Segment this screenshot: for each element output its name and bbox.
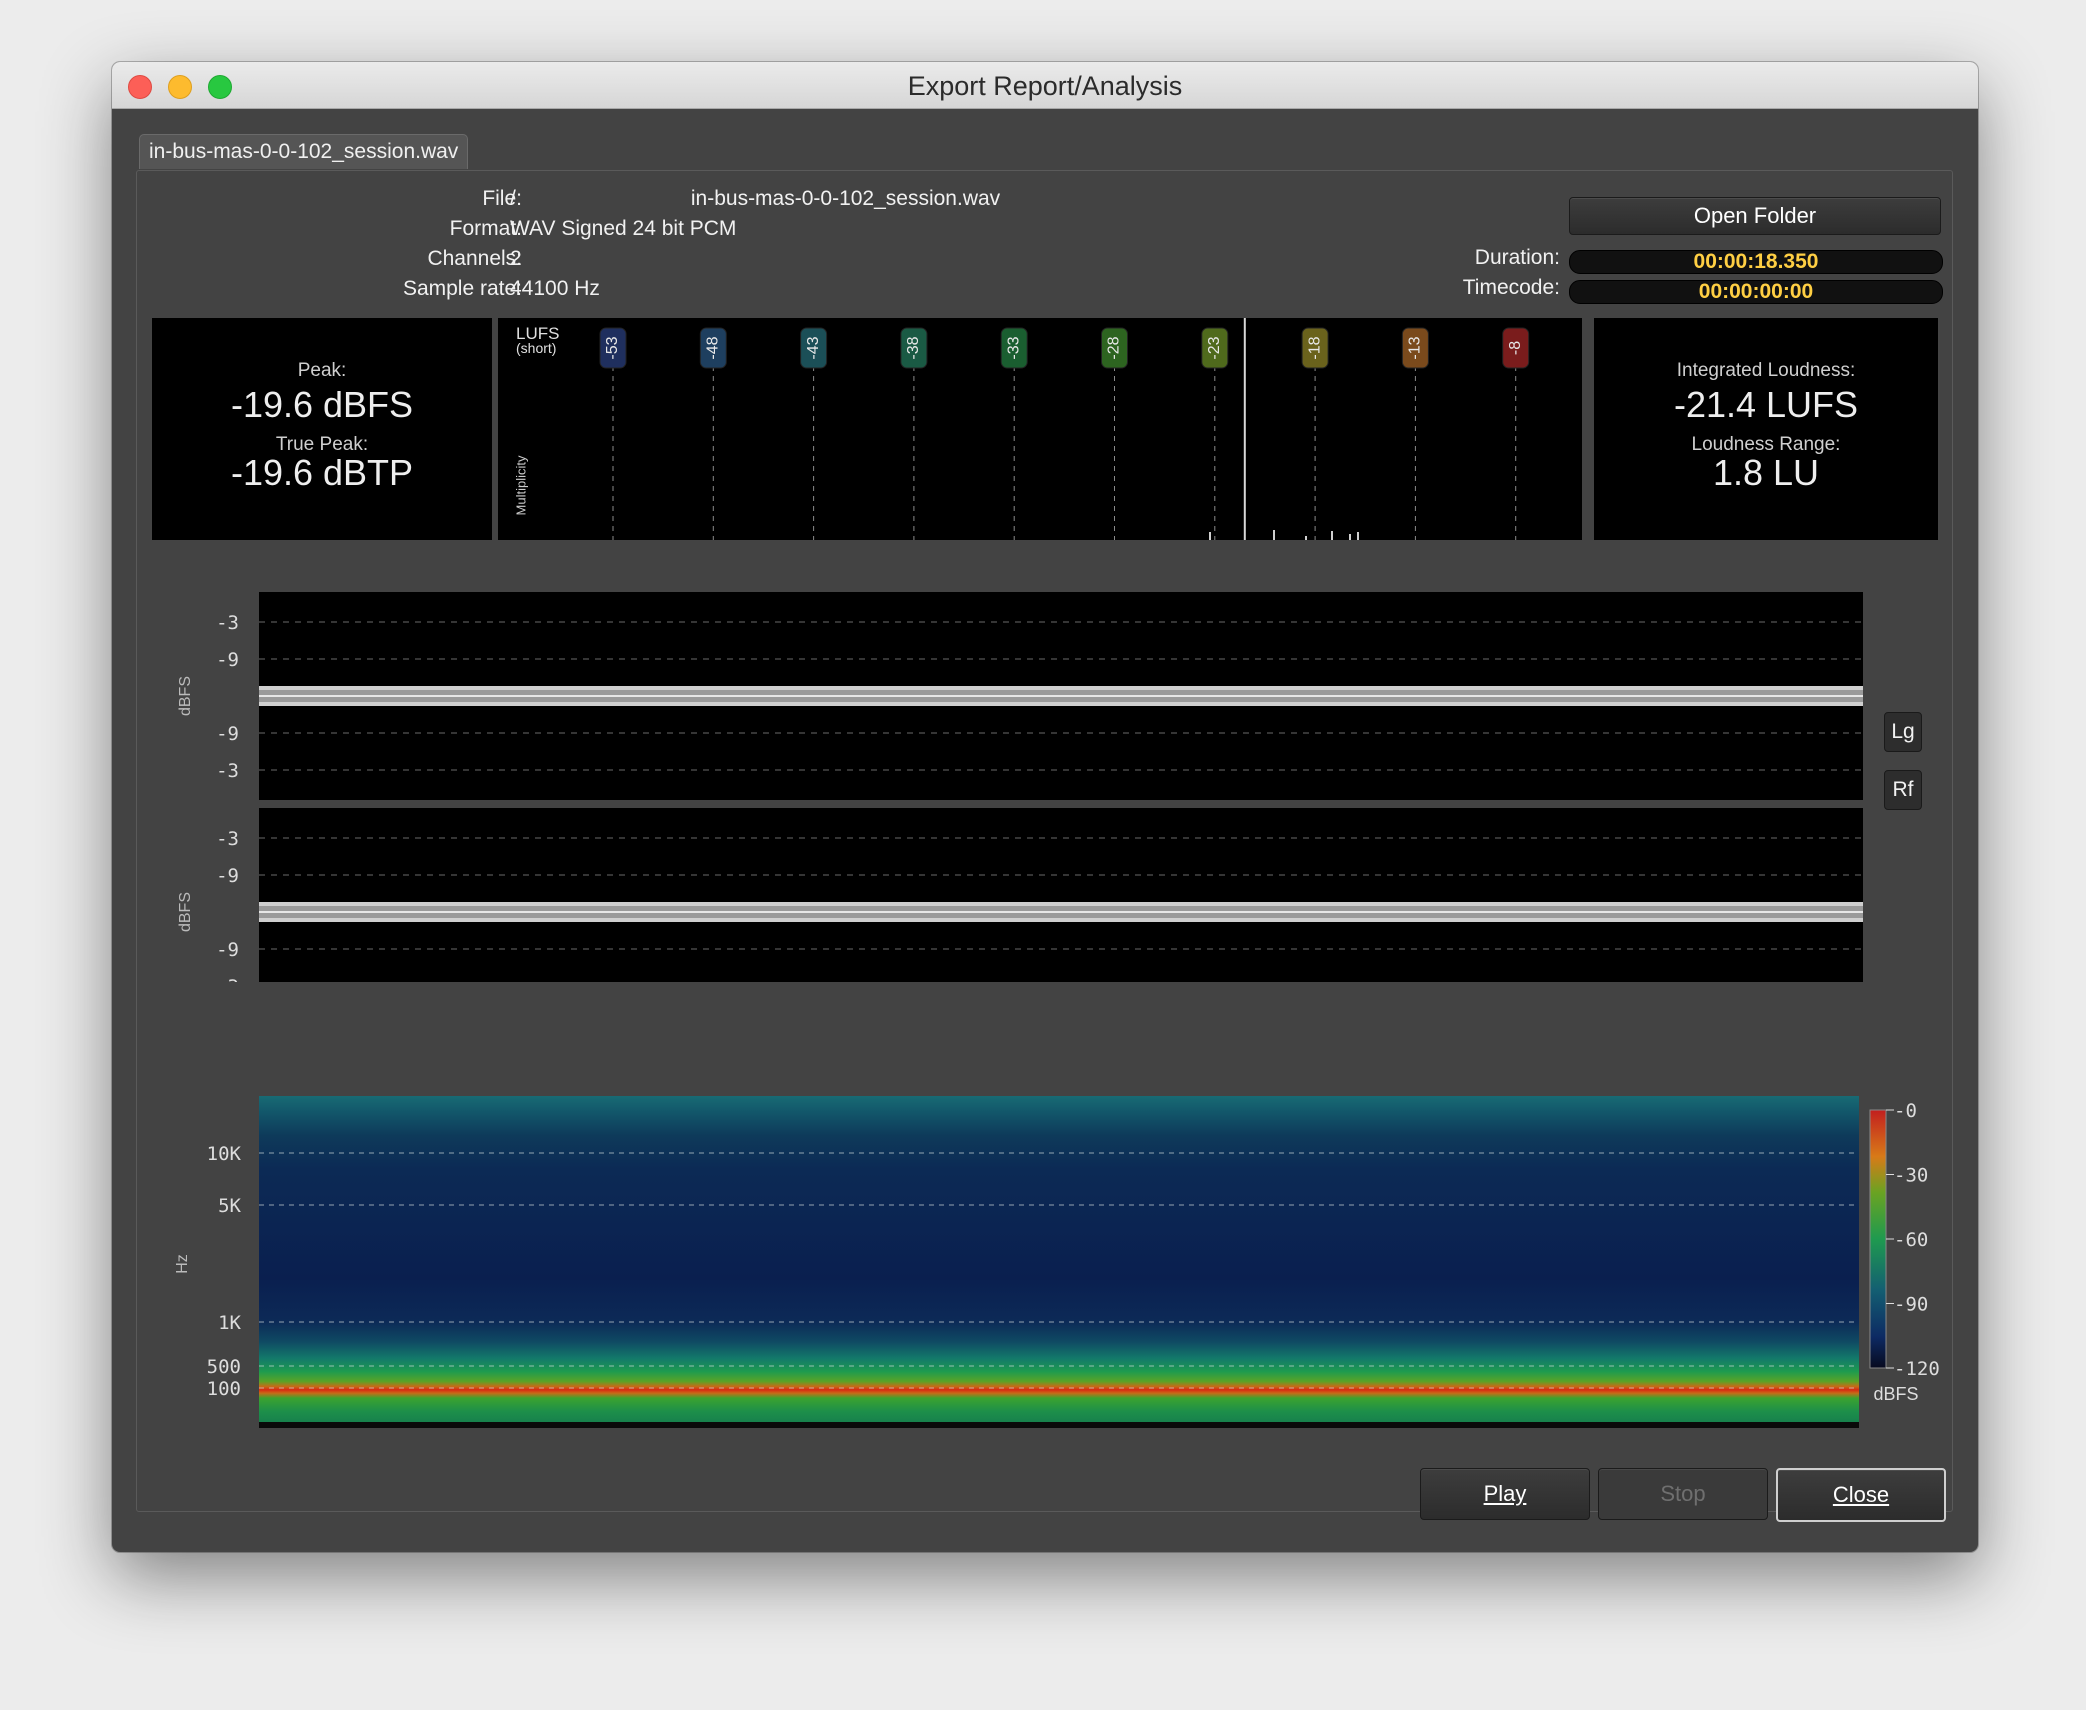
color-scale-bar [1869,1109,1887,1369]
file-value: / in-bus-mas-0-0-102_session.wav [510,187,1001,210]
peak-panel: Peak: -19.6 dBFS True Peak: -19.6 dBTP [152,318,492,540]
color-scale-label: -30 [1894,1165,1928,1187]
dbfs-tick-label: -3 [216,760,239,782]
duration-label: Duration: [1474,246,1560,269]
export-report-window: Export Report/Analysis in-bus-mas-0-0-10… [112,62,1978,1552]
channels-label: Channels: [427,247,522,270]
lufs-marker-label: -13 [1407,336,1424,359]
color-scale-label: -60 [1894,1229,1928,1251]
spectrogram-image [259,1096,1859,1428]
lufs-marker-label: -8 [1507,341,1524,355]
frequency-tick-label: 100 [207,1378,241,1400]
format-value: WAV Signed 24 bit PCM [510,217,737,240]
duration-value: 00:00:18.350 [1569,250,1943,274]
title-bar: Export Report/Analysis [112,62,1978,109]
open-folder-button[interactable]: Open Folder [1569,197,1941,235]
dbfs-tick-label: -9 [216,649,239,671]
channels-value: 2 [510,247,522,270]
close-button[interactable]: Close [1776,1468,1946,1522]
channel-1-waveform: -3 -9 -9 -3 dBFS [177,592,1863,800]
rectified-button[interactable]: Rf [1884,770,1922,810]
color-scale-label: -90 [1894,1294,1928,1316]
waveform-y-label: dBFS [177,676,194,716]
color-scale-unit: dBFS [1873,1384,1918,1404]
frequency-tick-label: 1K [218,1312,241,1334]
true-peak-value: -19.6 dBTP [230,452,414,493]
lufs-marker-label: -53 [604,336,621,359]
spectrogram-y-label: Hz [174,1254,191,1274]
histogram-plot: -53 -48 -43 -38 -33 -28 -23 -18 -13 -8 [599,318,1530,540]
dbfs-tick-label: -3 [216,828,239,850]
frequency-tick-label: 5K [218,1195,241,1217]
lufs-marker-label: -33 [1005,336,1022,359]
dbfs-tick-label: -9 [216,865,239,887]
waveform-y-label: dBFS [177,892,194,932]
lufs-marker-label: -28 [1106,336,1123,359]
lufs-marker-label: -18 [1306,336,1323,359]
waveform-background [259,808,1863,982]
timecode-label: Timecode: [1462,276,1560,299]
tab-session-file[interactable]: in-bus-mas-0-0-102_session.wav [139,134,469,169]
peak-value: -19.6 dBFS [230,384,414,425]
spectrogram-area: 10K 5K 1K 500100 Hz -0 -30 -60 -90 -120 dBFS [174,1096,1940,1428]
sample-rate-label: Sample rate: [402,277,522,300]
lufs-marker-label: -38 [905,336,922,359]
play-button[interactable]: Play [1420,1468,1590,1520]
lufs-marker-label: -48 [705,336,722,359]
integrated-loudness-label: Integrated Loudness: [1676,360,1856,381]
sample-rate-value: 44100 Hz [510,277,600,300]
integrated-loudness-value: -21.4 LUFS [1673,384,1859,425]
color-scale-label: -0 [1894,1100,1917,1122]
loudness-panel: Integrated Loudness: -21.4 LUFS Loudness… [1594,318,1938,540]
waveform-area: -3-9-9-3dBFS-3-9-9-3dBFSTime00:00:00.000… [177,592,1863,982]
frequency-tick-label: 500 [207,1356,241,1378]
loudness-histogram: LUFS (short) Multiplicity -53 -48 -43 -38 -3… [498,318,1582,540]
dbfs-tick-label: -9 [216,723,239,745]
spectrogram-bottom-edge [259,1422,1859,1428]
dbfs-tick-label: -3 [216,612,239,634]
lufs-marker-label: -23 [1206,336,1223,359]
loudness-range-value: 1.8 LU [1712,452,1820,493]
dbfs-tick-label: -3 [216,976,239,982]
stop-button[interactable]: Stop [1598,1468,1768,1520]
timecode-value: 00:00:00:00 [1569,280,1943,304]
lufs-marker-label: -43 [805,336,822,359]
frequency-tick-label: 10K [207,1143,242,1165]
channel-2-waveform: -3 -9 -9 -3 dBFS [177,808,1863,982]
window-title: Export Report/Analysis [907,71,1183,101]
dbfs-tick-label: -9 [216,939,239,961]
log-scale-button[interactable]: Lg [1884,712,1922,752]
peak-label: Peak: [297,360,347,381]
color-scale-label: -120 [1894,1358,1940,1380]
